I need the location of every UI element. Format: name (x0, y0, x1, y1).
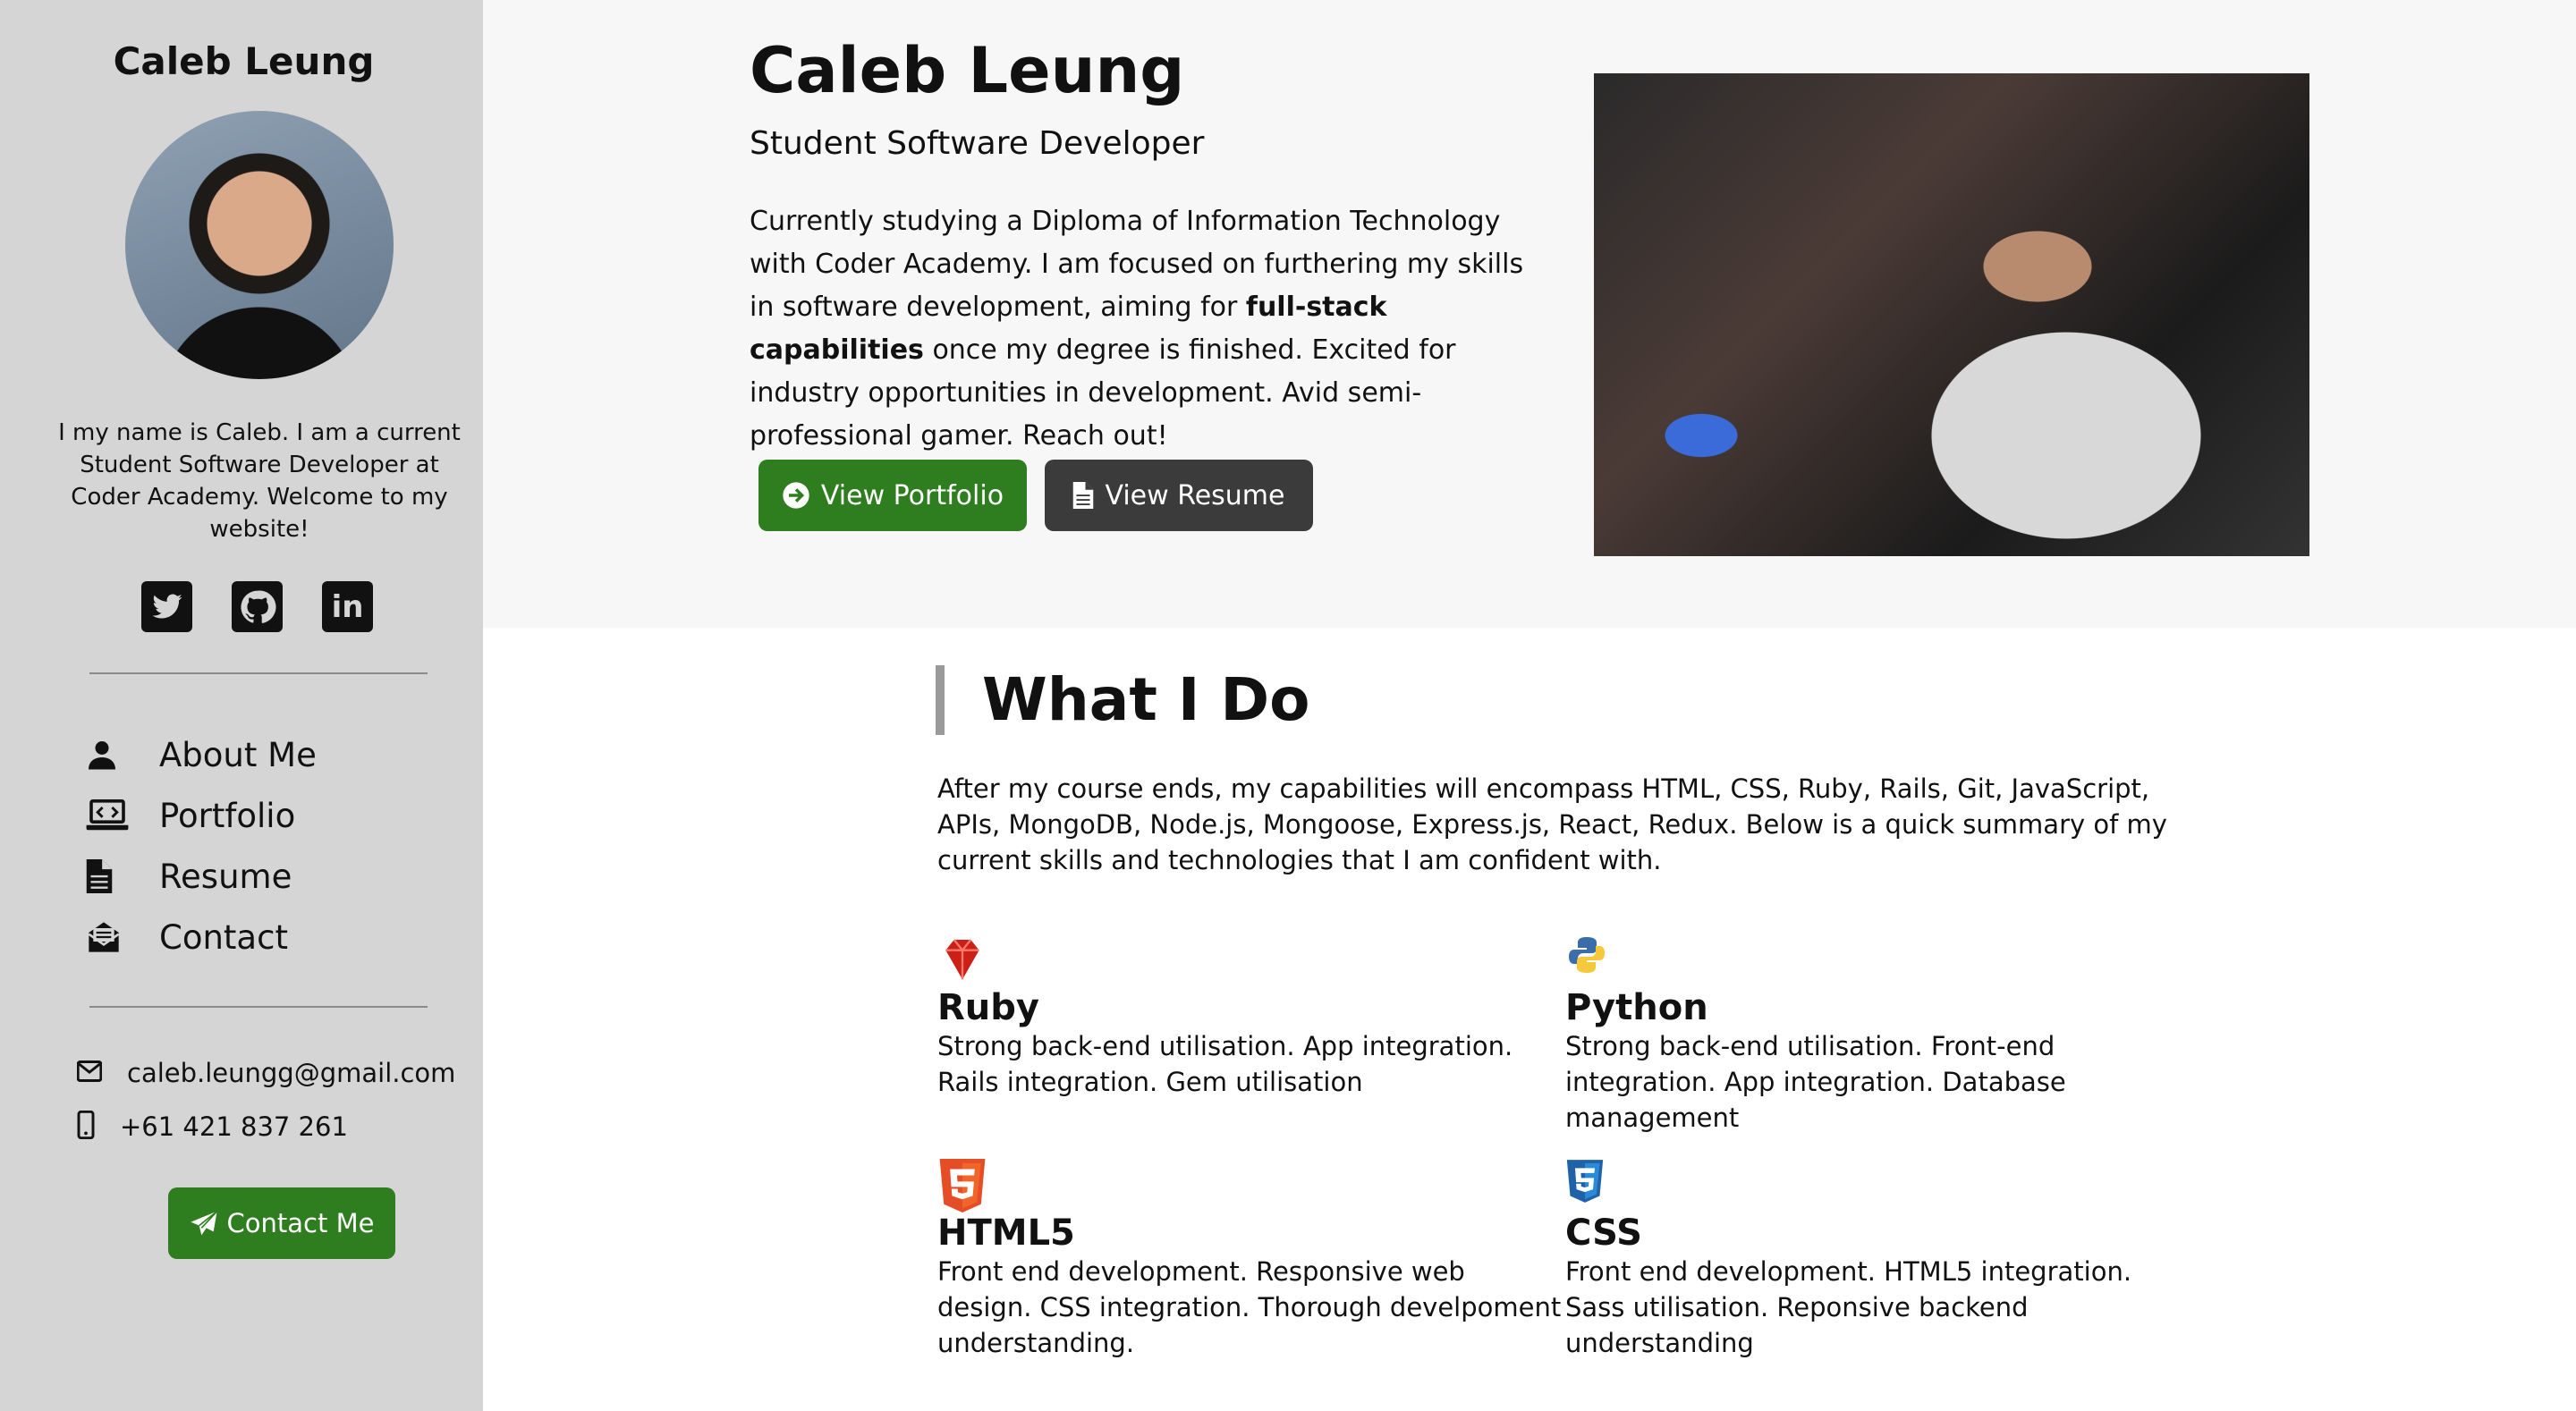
linkedin-icon[interactable]: in (322, 581, 373, 632)
linkedin-glyph: in (331, 588, 364, 625)
hero-subtitle: Student Software Developer (750, 125, 1205, 162)
envelope-icon (76, 1060, 127, 1086)
email-link[interactable]: caleb.leungg@gmail.com (127, 1058, 455, 1088)
twitter-icon[interactable] (141, 581, 192, 632)
skill-desc: Front end development. Responsive web de… (937, 1256, 1562, 1358)
email-row: caleb.leungg@gmail.com (76, 1046, 455, 1100)
sidebar-name: Caleb Leung (113, 39, 375, 83)
phone-row: +61 421 837 261 (77, 1100, 455, 1153)
view-portfolio-button[interactable]: View Portfolio (758, 460, 1027, 531)
file-icon (86, 859, 159, 893)
skill-desc: Front end development. HTML5 integration… (1565, 1256, 2132, 1358)
sidebar-divider (89, 1006, 428, 1008)
ruby-icon (937, 934, 987, 984)
nav-resume[interactable]: Resume (86, 846, 317, 907)
laptop-code-icon (86, 799, 159, 832)
sidebar-divider (89, 672, 428, 674)
phone-number: +61 421 837 261 (120, 1111, 348, 1142)
sidebar-nav: About Me Portfolio Resume Contact (86, 724, 317, 967)
html5-icon (937, 1159, 987, 1212)
view-resume-button[interactable]: View Resume (1045, 460, 1313, 531)
hero-section: Caleb Leung Student Software Developer C… (483, 0, 2576, 628)
nav-label: Resume (159, 857, 292, 896)
skill-desc: Strong back-end utilisation. Front-end i… (1565, 1031, 2066, 1133)
social-links: in (141, 581, 373, 632)
skill-card-ruby: Ruby Strong back-end utilisation. App in… (937, 934, 1563, 1100)
css3-icon (1565, 1159, 1615, 1209)
view-portfolio-label: View Portfolio (820, 479, 1004, 511)
nav-about-me[interactable]: About Me (86, 724, 317, 785)
page-title: Caleb Leung (750, 34, 1185, 107)
sidebar-intro: I my name is Caleb. I am a current Stude… (58, 419, 461, 543)
nav-contact[interactable]: Contact (86, 907, 317, 967)
python-icon (1565, 934, 1615, 984)
skill-desc: Strong back-end utilisation. App integra… (937, 1031, 1513, 1097)
hero-description: Currently studying a Diploma of Informat… (750, 200, 1555, 458)
user-icon (86, 738, 159, 772)
view-resume-label: View Resume (1105, 479, 1285, 511)
nav-label: Contact (159, 917, 288, 957)
paper-plane-icon (190, 1211, 217, 1236)
skill-name: CSS (1565, 1212, 1642, 1254)
contact-me-button[interactable]: Contact Me (168, 1187, 395, 1259)
section-intro: After my course ends, my capabilities wi… (937, 773, 2167, 875)
skill-name: HTML5 (937, 1212, 1075, 1254)
skill-card-html5: HTML5 Front end development. Responsive … (937, 1159, 1563, 1361)
skill-card-css: CSS Front end development. HTML5 integra… (1565, 1159, 2191, 1361)
skill-name: Python (1565, 987, 1708, 1028)
arrow-circle-right-icon (783, 482, 809, 509)
section-title: What I Do (982, 665, 1310, 734)
nav-portfolio[interactable]: Portfolio (86, 785, 317, 846)
hero-desc-part: Currently studying a Diploma of Informat… (750, 206, 1524, 323)
envelope-open-icon (86, 920, 159, 954)
file-icon (1073, 482, 1094, 509)
nav-label: Portfolio (159, 796, 296, 835)
skill-card-python: Python Strong back-end utilisation. Fron… (1565, 934, 2191, 1136)
contact-me-label: Contact Me (226, 1208, 375, 1238)
section-accent-bar (936, 665, 945, 735)
nav-label: About Me (159, 735, 317, 774)
contact-info: caleb.leungg@gmail.com +61 421 837 261 (76, 1046, 455, 1153)
skill-name: Ruby (937, 987, 1039, 1028)
avatar (125, 111, 394, 379)
hero-gaming-photo (1594, 73, 2309, 556)
sidebar: Caleb Leung I my name is Caleb. I am a c… (0, 0, 483, 1411)
github-icon[interactable] (232, 581, 283, 632)
